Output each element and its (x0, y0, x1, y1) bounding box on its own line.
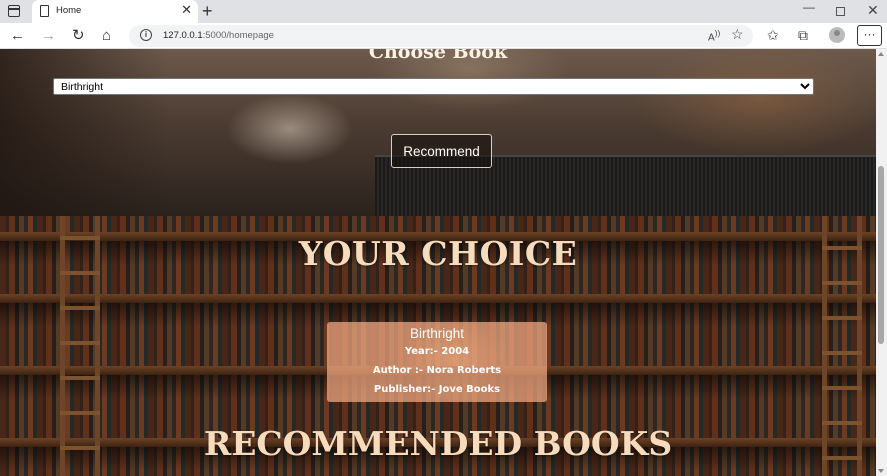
minimize-icon[interactable]: — (803, 0, 815, 14)
address-toolbar: ← → ↻ ⌂ i 127.0.0.1:5000/homepage A)) ☆ … (0, 23, 887, 49)
favorites-icon[interactable]: ✩ (767, 27, 779, 43)
scroll-up-arrow-icon[interactable] (878, 52, 884, 56)
window-close-icon[interactable]: ✕ (867, 2, 879, 19)
recommend-button[interactable]: Recommend (391, 134, 492, 168)
site-info-icon[interactable]: i (140, 29, 152, 41)
chosen-book-title: Birthright (409, 326, 465, 341)
url-text[interactable]: 127.0.0.1:5000/homepage (163, 30, 274, 41)
bookshelf-section: YOUR CHOICE Birthright Year:- 2004 Autho… (0, 216, 876, 476)
scroll-thumb[interactable] (878, 166, 884, 344)
new-tab-button[interactable]: + (202, 1, 213, 21)
scroll-down-arrow-icon[interactable] (878, 469, 884, 473)
choose-book-heading: Choose Book (368, 49, 508, 63)
reload-icon[interactable]: ↻ (72, 27, 85, 45)
chosen-book-card: Birthright Year:- 2004 Author :- Nora Ro… (327, 322, 547, 402)
profile-avatar[interactable] (829, 27, 845, 43)
maximize-icon[interactable] (836, 7, 845, 16)
tab-close-icon[interactable]: ✕ (181, 3, 192, 17)
chosen-book-year: Year:- 2004 (404, 346, 470, 357)
hero-section: Choose Book Birthright Recommend (0, 49, 876, 216)
page-viewport: Choose Book Birthright Recommend YOUR CH… (0, 49, 876, 476)
forward-arrow-icon[interactable]: → (41, 27, 56, 45)
hero-background-shade (0, 49, 170, 216)
home-icon[interactable]: ⌂ (102, 27, 111, 45)
chosen-book-publisher: Publisher:- Jove Books (373, 384, 501, 395)
your-choice-heading: YOUR CHOICE (298, 234, 578, 273)
browser-tab-bar: Home ✕ + — ✕ (0, 0, 887, 23)
collections-icon[interactable]: ⧉ (798, 27, 808, 43)
read-aloud-icon[interactable]: A)) (708, 28, 720, 43)
recommended-books-heading: RECOMMENDED BOOKS (203, 424, 673, 463)
page-scrollbar[interactable] (876, 49, 887, 476)
settings-more-button[interactable]: ··· (857, 25, 882, 46)
browser-tab-home[interactable]: Home ✕ (32, 0, 198, 23)
chosen-book-author: Author :- Nora Roberts (372, 365, 502, 376)
url-host: 127.0.0.1 (163, 30, 203, 41)
page-document-icon (40, 5, 49, 17)
tab-actions-icon[interactable] (8, 5, 20, 17)
add-favorite-icon[interactable]: ☆ (731, 26, 744, 43)
address-bar[interactable]: i 127.0.0.1:5000/homepage A)) ☆ (129, 25, 753, 47)
url-path: :5000/homepage (202, 30, 274, 41)
tab-title: Home (56, 5, 82, 16)
back-arrow-icon[interactable]: ← (10, 27, 25, 45)
book-select-dropdown[interactable]: Birthright (53, 78, 814, 95)
